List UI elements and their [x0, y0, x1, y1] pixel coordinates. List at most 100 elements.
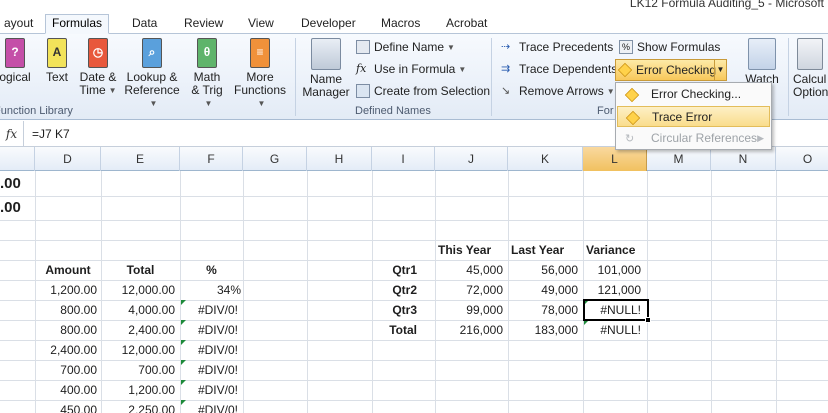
column-header-f[interactable]: F [180, 147, 243, 171]
cell-percent-error: #DIV/0! [197, 383, 238, 397]
cell-percent-error: #DIV/0! [197, 323, 238, 337]
math-book-icon: θ [197, 38, 217, 68]
cell-total: 2,250.00 [128, 403, 175, 413]
cell-this-year: 72,000 [466, 283, 503, 297]
fill-handle[interactable] [645, 317, 651, 323]
column-header-h[interactable]: H [307, 147, 372, 171]
cell-variance: 101,000 [597, 263, 641, 277]
row-label: Qtr2 [392, 283, 417, 297]
insert-function-icon[interactable]: fx [0, 121, 24, 147]
title-bar: LK12 Formula Auditing_5 - Microsoft [0, 0, 828, 12]
header-this-year: This Year [438, 243, 492, 257]
header-last-year: Last Year [511, 243, 565, 257]
cell-last-year: 49,000 [541, 283, 578, 297]
menu-item-trace-error[interactable]: Trace Error [617, 106, 770, 127]
cell-variance-error: #NULL! [600, 323, 641, 337]
trace-dependents-button[interactable]: ⇉ Trace Dependents [499, 59, 617, 79]
trace-dependents-icon: ⇉ [501, 63, 511, 75]
row-label: Total [389, 323, 417, 337]
use-in-formula-button[interactable]: fx Use in Formula ▼ [354, 59, 466, 79]
create-from-selection-icon [356, 84, 370, 98]
group-divider [491, 38, 492, 116]
cell-total: 1,200.00 [128, 383, 175, 397]
ribbon-tabs: ayout Formulas Data Review View Develope… [0, 12, 828, 34]
column-header-c[interactable] [0, 147, 35, 171]
cell-this-year: 216,000 [459, 323, 503, 337]
header-percent: % [206, 263, 217, 277]
name-manager-button[interactable]: Name Manager [300, 38, 352, 99]
trace-precedents-button[interactable]: ⇢ Trace Precedents [499, 37, 613, 57]
tab-acrobat[interactable]: Acrobat [440, 15, 493, 34]
column-headers: D E F G H I J K L M N O [0, 147, 828, 171]
cell-percent-error: #DIV/0! [197, 303, 238, 317]
cell-value: .00 [0, 175, 21, 192]
header-variance: Variance [586, 243, 636, 257]
math-trig-button[interactable]: θ Math & Trig▼ [186, 38, 228, 110]
fx-icon: fx [356, 62, 367, 75]
column-header-m[interactable]: M [647, 147, 711, 171]
calculator-icon [797, 38, 823, 70]
header-amount: Amount [45, 263, 91, 277]
cell-amount: 800.00 [60, 323, 97, 337]
cell-total: 700.00 [138, 363, 175, 377]
error-checking-button[interactable]: Error Checking ▼ [615, 59, 727, 81]
cell-value: .00 [0, 199, 21, 216]
cell-last-year: 56,000 [541, 263, 578, 277]
column-header-e[interactable]: E [101, 147, 180, 171]
tab-page-layout[interactable]: ayout [0, 15, 39, 34]
error-checking-dropdown-chevron-icon[interactable]: ▼ [714, 60, 726, 80]
tab-formulas[interactable]: Formulas [45, 14, 110, 34]
menu-item-circular-references[interactable]: ↻ Circular References ▶ [617, 128, 770, 149]
remove-arrows-button[interactable]: ↘ Remove Arrows ▼ [499, 81, 615, 101]
create-from-selection-button[interactable]: Create from Selection [354, 81, 490, 101]
define-name-icon [356, 40, 370, 54]
column-header-k[interactable]: K [508, 147, 583, 171]
cell-last-year: 183,000 [534, 323, 578, 337]
cell-percent-error: #DIV/0! [197, 343, 238, 357]
column-header-n[interactable]: N [711, 147, 776, 171]
active-cell[interactable] [583, 299, 651, 323]
cell-percent-error: #DIV/0! [197, 363, 238, 377]
tab-data[interactable]: Data [126, 15, 163, 34]
tab-view[interactable]: View [242, 15, 280, 34]
row-label: Qtr3 [392, 303, 417, 317]
column-header-l[interactable]: L [583, 147, 647, 171]
watch-window-icon [748, 38, 776, 70]
define-name-button[interactable]: Define Name ▼ [354, 37, 455, 57]
menu-item-error-checking[interactable]: Error Checking... [617, 84, 770, 105]
defined-names-label: Defined Names [355, 105, 431, 117]
formula-auditing-label: For [597, 105, 614, 117]
calculation-options-button[interactable]: Calcul Options [793, 38, 828, 99]
row-label: Qtr1 [392, 263, 417, 277]
cell-amount: 400.00 [60, 383, 97, 397]
cell-amount: 700.00 [60, 363, 97, 377]
cell-percent-error: #DIV/0! [197, 403, 238, 413]
cell-this-year: 45,000 [466, 263, 503, 277]
cell-amount: 800.00 [60, 303, 97, 317]
more-functions-books-icon: ≡ [250, 38, 270, 68]
formula-input[interactable]: =J7 K7 [32, 121, 70, 147]
column-header-j[interactable]: J [435, 147, 508, 171]
tab-review[interactable]: Review [178, 15, 229, 34]
tab-macros[interactable]: Macros [375, 15, 426, 34]
column-header-o[interactable]: O [776, 147, 828, 171]
column-header-d[interactable]: D [35, 147, 101, 171]
cell-this-year: 99,000 [466, 303, 503, 317]
logical-book-icon: ? [5, 38, 25, 68]
text-button[interactable]: A Text [40, 38, 74, 84]
cell-percent: 34% [216, 283, 241, 297]
trace-error-warning-icon [625, 110, 641, 126]
lookup-reference-button[interactable]: ⌕ Lookup & Reference▼ [120, 38, 184, 110]
column-header-g[interactable]: G [243, 147, 307, 171]
more-functions-button[interactable]: ≡ More Functions▼ [230, 38, 290, 110]
lookup-book-icon: ⌕ [142, 38, 162, 68]
tab-developer[interactable]: Developer [295, 15, 362, 34]
column-header-i[interactable]: I [372, 147, 435, 171]
date-time-button[interactable]: ◷ Date & Time ▼ [76, 38, 120, 97]
cell-amount: 1,200.00 [50, 283, 97, 297]
cell-total: 2,400.00 [128, 323, 175, 337]
group-divider [295, 38, 296, 116]
logical-button[interactable]: ? ogical [0, 38, 36, 84]
cell-last-year: 78,000 [541, 303, 578, 317]
show-formulas-button[interactable]: % Show Formulas [617, 37, 720, 57]
